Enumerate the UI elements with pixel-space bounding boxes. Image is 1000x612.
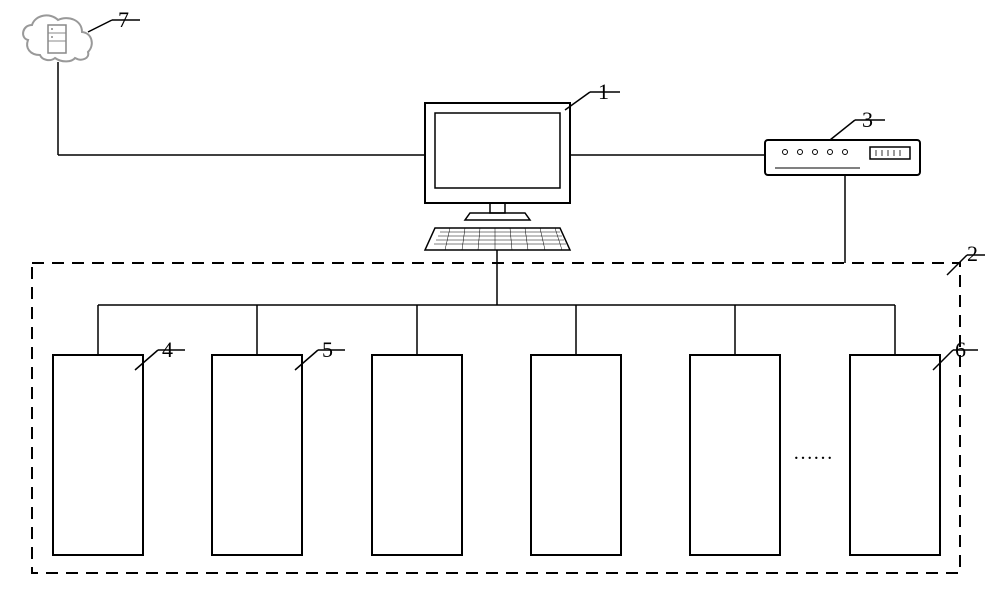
computer-icon [425,103,570,250]
label-3: 3 [862,107,873,133]
label-5: 5 [322,337,333,363]
connection-lines [58,62,895,355]
label-7: 7 [118,7,129,33]
diagram-svg [0,0,1000,607]
label-2: 2 [967,241,978,267]
label-4: 4 [162,337,173,363]
label-6: 6 [955,337,966,363]
dashed-container [32,263,960,573]
label-1: 1 [598,79,609,105]
router-icon [765,140,920,175]
ellipsis-text: …… [793,442,833,465]
callout-lines [88,20,985,370]
cloud-server-icon [23,15,92,61]
network-topology-diagram: 7 1 3 2 4 5 6 …… [0,0,1000,607]
